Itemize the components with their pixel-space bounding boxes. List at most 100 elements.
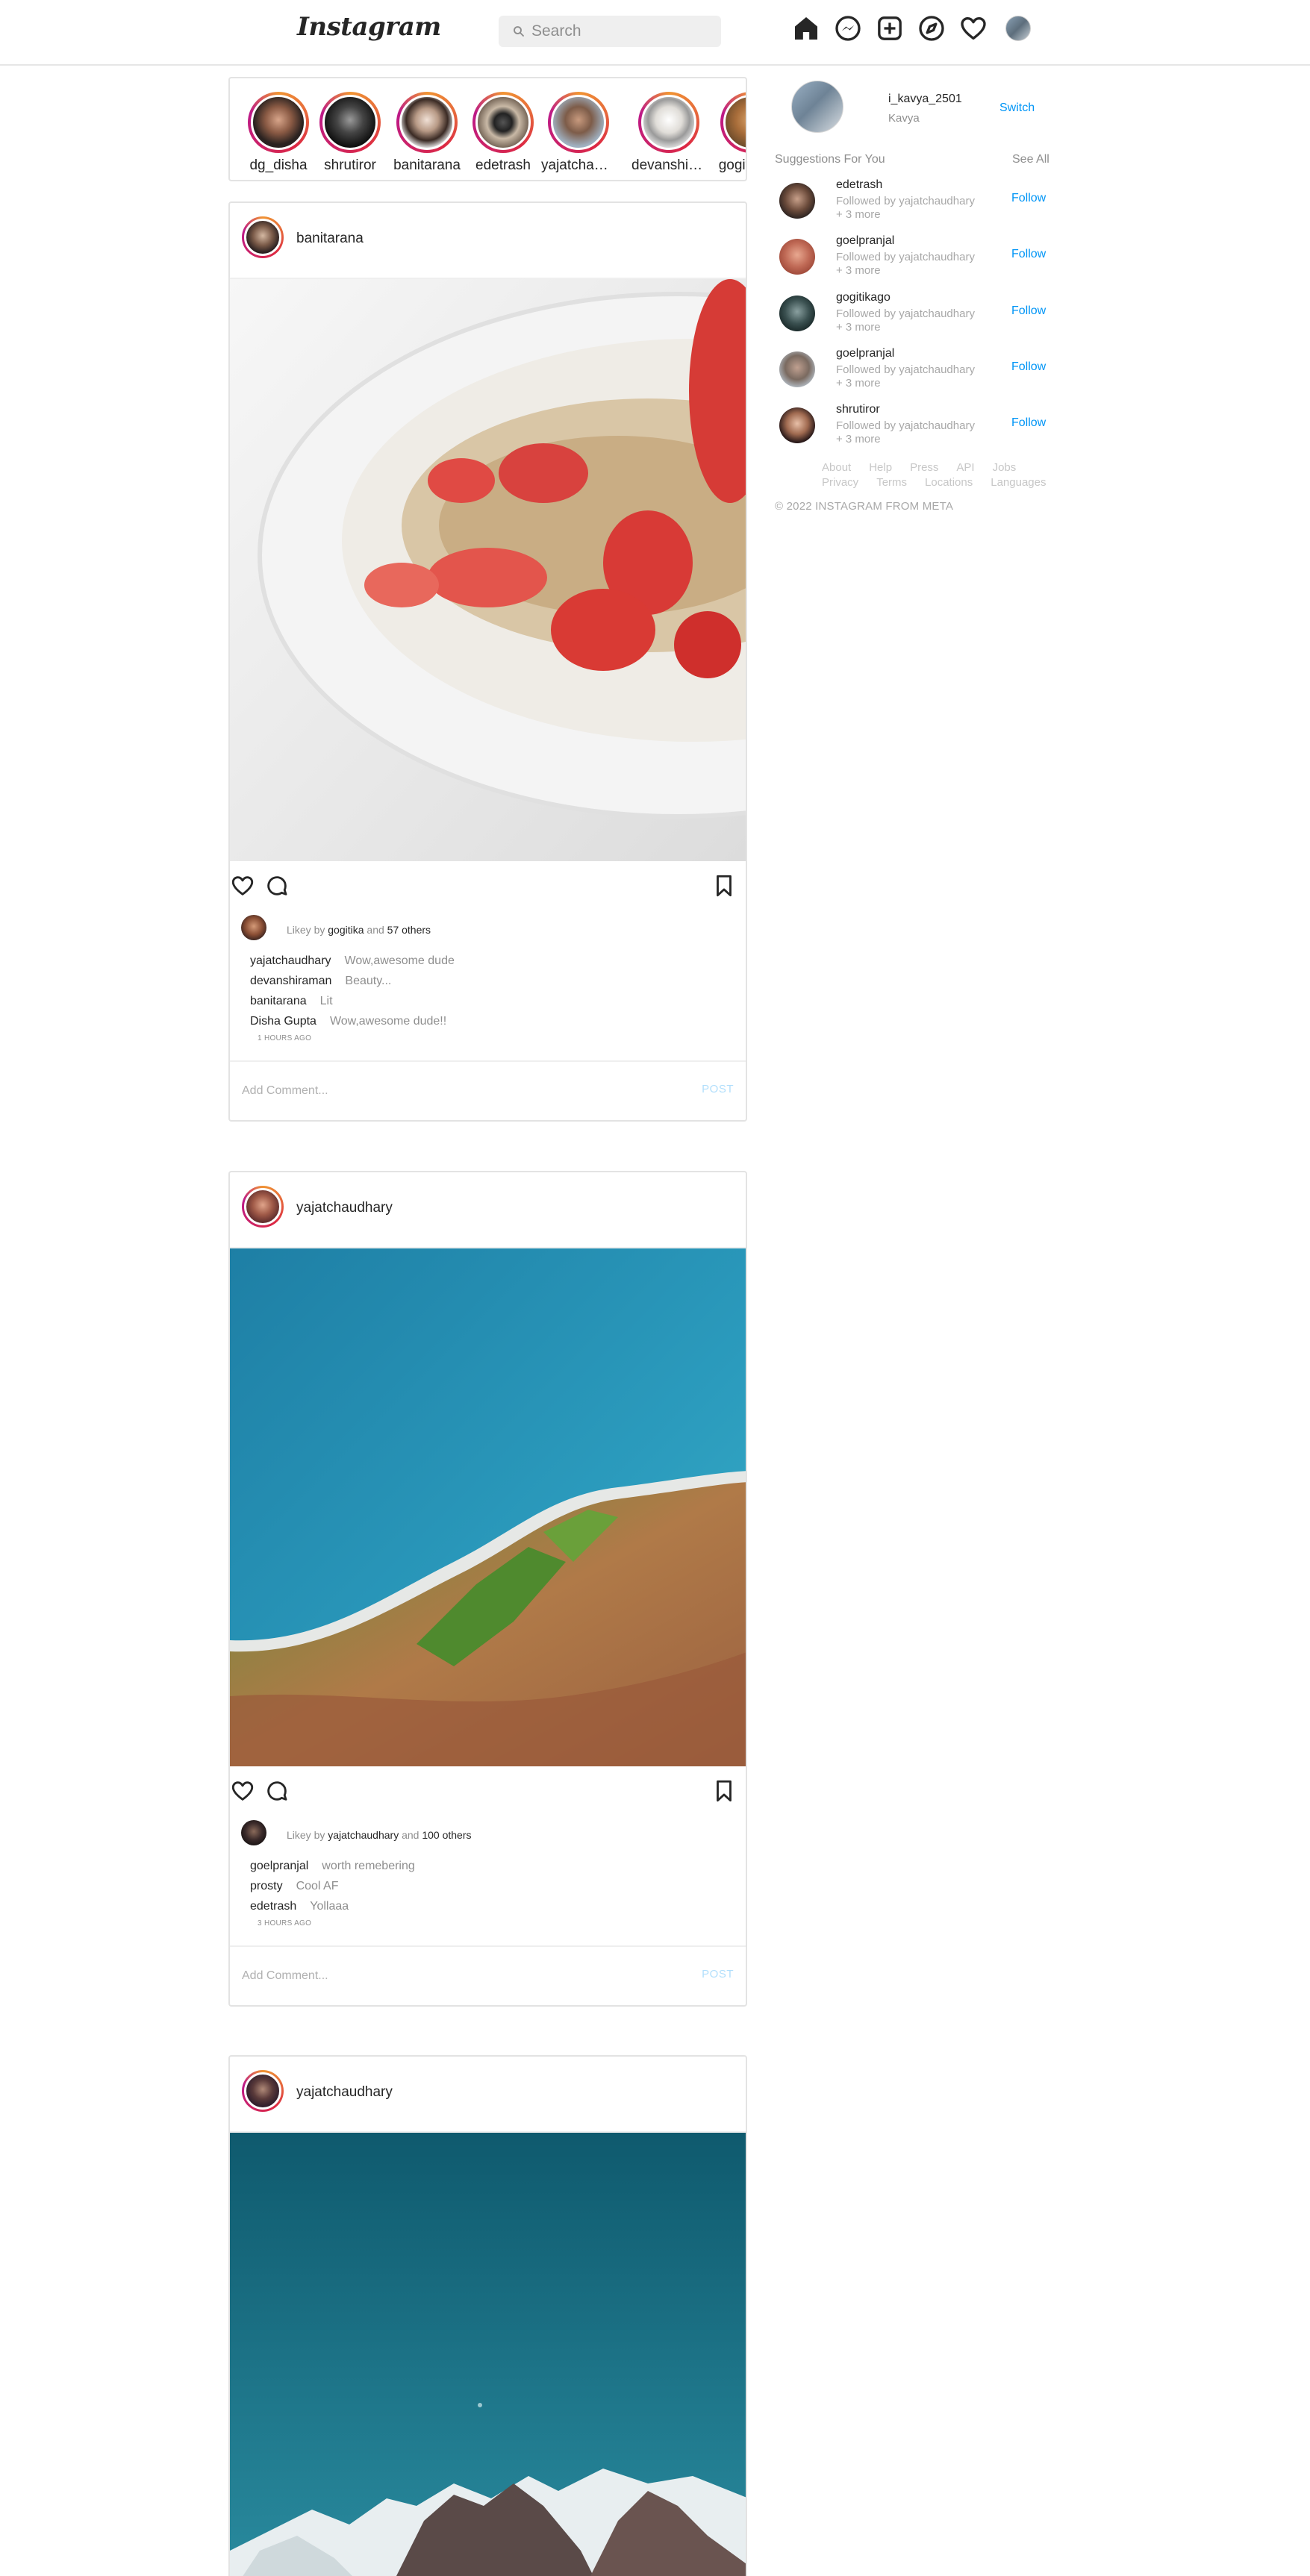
suggestion-avatar[interactable] <box>779 183 815 219</box>
suggestion-avatar[interactable] <box>779 351 815 387</box>
comment-user[interactable]: Disha Gupta <box>250 1015 316 1028</box>
suggestion-more: + 3 more <box>836 377 881 390</box>
bookmark-icon[interactable] <box>711 1778 737 1804</box>
comment-bubble-icon[interactable] <box>264 873 290 898</box>
comment: goelpranjal worth remebering <box>250 1856 746 1876</box>
suggestion-followed-by: Followed by yajatchaudhary <box>836 251 975 263</box>
follow-button[interactable]: Follow <box>1011 248 1046 261</box>
footer-link-privacy[interactable]: Privacy <box>822 476 858 489</box>
comments-list: yajatchaudhary Wow,awesome dude devanshir… <box>230 945 746 1042</box>
suggestion-followed-by: Followed by yajatchaudhary <box>836 363 975 376</box>
instagram-logo[interactable]: Instagram <box>297 12 441 42</box>
post-image[interactable] <box>230 1248 746 1766</box>
comment-user[interactable]: yajatchaudhary <box>250 954 331 967</box>
add-comment-row: POST <box>230 1945 746 2005</box>
footer-link-api[interactable]: API <box>956 461 974 474</box>
like-heart-icon[interactable] <box>230 1778 255 1804</box>
like-heart-icon[interactable] <box>230 873 255 898</box>
suggestion-more: + 3 more <box>836 433 881 446</box>
post-header: banitarana <box>230 203 746 279</box>
suggestion-item: shrutiror Followed by yajatchaudhary + 3… <box>775 403 1058 457</box>
search-input[interactable] <box>531 16 711 47</box>
footer-link-help[interactable]: Help <box>869 461 892 474</box>
story-item[interactable]: edetrash <box>469 92 537 174</box>
comment-bubble-icon[interactable] <box>264 1778 290 1804</box>
suggestion-username[interactable]: shrutiror <box>836 403 880 416</box>
follow-button[interactable]: Follow <box>1011 360 1046 374</box>
post-author-name[interactable]: yajatchaudhary <box>296 1200 393 1216</box>
story-item[interactable]: yajatchaudhary <box>541 92 616 174</box>
footer-link-jobs[interactable]: Jobs <box>993 461 1017 474</box>
story-username: banitarana <box>393 157 461 173</box>
suggestion-followed-by: Followed by yajatchaudhary <box>836 419 975 432</box>
suggestion-username[interactable]: goelpranjal <box>836 347 894 360</box>
suggestion-avatar[interactable] <box>779 239 815 275</box>
comment-user[interactable]: banitarana <box>250 995 307 1007</box>
post-author-avatar[interactable] <box>242 216 284 258</box>
likes-row: Likey by gogitika and 57 others <box>230 907 746 945</box>
suggestions-title: Suggestions For You <box>775 153 885 166</box>
footer-link-locations[interactable]: Locations <box>925 476 973 489</box>
add-comment-input[interactable] <box>242 1080 660 1102</box>
activity-heart-icon[interactable] <box>958 13 988 43</box>
post-image[interactable] <box>230 2133 746 2576</box>
footer-link-terms[interactable]: Terms <box>876 476 907 489</box>
suggestion-avatar[interactable] <box>779 407 815 443</box>
footer-link-press[interactable]: Press <box>910 461 938 474</box>
current-user-avatar[interactable] <box>791 81 843 133</box>
suggestion-followed-by: Followed by yajatchaudhary <box>836 195 975 207</box>
story-item[interactable]: devanshiraman <box>631 92 706 174</box>
follow-button[interactable]: Follow <box>1011 304 1046 318</box>
see-all-link[interactable]: See All <box>1012 153 1049 166</box>
story-item[interactable]: dg_disha <box>244 92 313 174</box>
suggestion-username[interactable]: goelpranjal <box>836 234 894 248</box>
story-username: dg_disha <box>249 157 308 173</box>
liker-avatar <box>241 915 266 940</box>
comment-text: Cool AF <box>296 1880 339 1892</box>
suggestion-item: goelpranjal Followed by yajatchaudhary +… <box>775 347 1058 401</box>
post-comment-button[interactable]: POST <box>702 1968 734 1981</box>
add-comment-row: POST <box>230 1060 746 1120</box>
messenger-icon[interactable] <box>833 13 863 43</box>
footer-link-about[interactable]: About <box>822 461 851 474</box>
post-author-avatar[interactable] <box>242 2070 284 2112</box>
post-comment-button[interactable]: POST <box>702 1083 734 1095</box>
switch-account-button[interactable]: Switch <box>999 101 1035 115</box>
comment-text: Wow,awesome dude <box>344 954 455 967</box>
suggestion-username[interactable]: gogitikago <box>836 291 891 304</box>
comment: Disha Gupta Wow,awesome dude!! <box>250 1011 746 1031</box>
profile-avatar[interactable] <box>1005 16 1031 41</box>
comment-user[interactable]: devanshiraman <box>250 975 331 987</box>
current-username[interactable]: i_kavya_2501 <box>888 93 962 106</box>
story-item[interactable]: banitarana <box>393 92 461 174</box>
post-author-avatar[interactable] <box>242 1186 284 1228</box>
post-author-name[interactable]: banitarana <box>296 231 364 247</box>
comments-list: goelpranjal worth remebering prosty Cool A… <box>230 1850 746 1928</box>
comment-user[interactable]: goelpranjal <box>250 1860 308 1872</box>
story-item[interactable]: gogitikago <box>717 92 746 174</box>
comment-user[interactable]: edetrash <box>250 1900 296 1913</box>
snowy-mountain-image <box>230 2133 746 2576</box>
suggestion-username[interactable]: edetrash <box>836 178 882 192</box>
add-comment-input[interactable] <box>242 1965 660 1987</box>
post-author-name[interactable]: yajatchaudhary <box>296 2084 393 2101</box>
likes-text[interactable]: Likey by yajatchaudhary and 100 others <box>287 1829 472 1841</box>
suggestion-avatar[interactable] <box>779 296 815 331</box>
bookmark-icon[interactable] <box>711 873 737 898</box>
footer-link-languages[interactable]: Languages <box>991 476 1046 489</box>
follow-button[interactable]: Follow <box>1011 192 1046 205</box>
new-post-icon[interactable] <box>875 13 905 43</box>
likes-text[interactable]: Likey by gogitika and 57 others <box>287 924 431 936</box>
suggestion-item: goelpranjal Followed by yajatchaudhary +… <box>775 234 1058 288</box>
search-box[interactable] <box>499 16 721 47</box>
comment-text: Wow,awesome dude!! <box>329 1015 447 1028</box>
stories-tray: dg_disha shrutiror banitarana edetrash y… <box>228 77 747 181</box>
suggestion-followed-by: Followed by yajatchaudhary <box>836 307 975 320</box>
follow-button[interactable]: Follow <box>1011 416 1046 430</box>
home-icon[interactable] <box>791 13 821 43</box>
comment-user[interactable]: prosty <box>250 1880 283 1892</box>
explore-compass-icon[interactable] <box>917 13 946 43</box>
story-username: shrutiror <box>324 157 376 173</box>
story-item[interactable]: shrutiror <box>316 92 384 174</box>
post-image[interactable] <box>230 279 746 861</box>
